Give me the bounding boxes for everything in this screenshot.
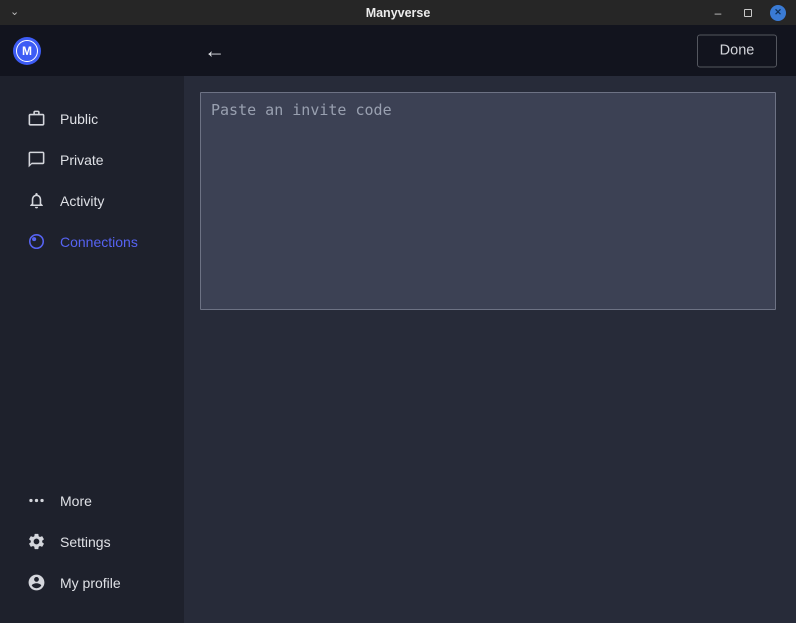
sidebar-item-public[interactable]: Public (0, 98, 184, 139)
back-button[interactable]: ← (204, 40, 225, 61)
sidebar-item-label: Activity (60, 193, 104, 209)
app-header: M ← Done (0, 25, 796, 76)
briefcase-icon (27, 109, 46, 128)
window-controls: – ✕ (710, 5, 786, 21)
titlebar: ⌄ Manyverse – ✕ (0, 0, 796, 25)
window-title: Manyverse (0, 6, 796, 20)
invite-code-input[interactable] (200, 92, 776, 310)
sidebar-item-settings[interactable]: Settings (0, 521, 184, 562)
sidebar-item-label: More (60, 493, 92, 509)
connections-icon (27, 232, 46, 251)
sidebar-item-label: Connections (60, 234, 138, 250)
restore-button[interactable] (740, 5, 756, 21)
close-button[interactable]: ✕ (770, 5, 786, 21)
sidebar-item-more[interactable]: More (0, 480, 184, 521)
sidebar-item-my-profile[interactable]: My profile (0, 562, 184, 603)
minimize-button[interactable]: – (710, 5, 726, 21)
sidebar-item-label: My profile (60, 575, 121, 591)
profile-icon (27, 573, 46, 592)
bell-icon (27, 191, 46, 210)
window-menu-chevron-icon[interactable]: ⌄ (10, 7, 19, 18)
sidebar-spacer (0, 262, 184, 480)
app-body: Public Private Activity Connections (0, 76, 796, 623)
message-bubble-icon (27, 150, 46, 169)
done-button[interactable]: Done (697, 34, 777, 67)
sidebar-item-connections[interactable]: Connections (0, 221, 184, 262)
app-window: ⌄ Manyverse – ✕ M ← Done Public (0, 0, 796, 623)
sidebar-item-activity[interactable]: Activity (0, 180, 184, 221)
sidebar-item-label: Settings (60, 534, 111, 550)
logo-letter: M (16, 40, 38, 62)
sidebar-item-label: Public (60, 111, 98, 127)
sidebar-item-label: Private (60, 152, 104, 168)
dots-horizontal-icon (27, 491, 46, 510)
main-content (184, 76, 796, 623)
sidebar-item-private[interactable]: Private (0, 139, 184, 180)
gear-icon (27, 532, 46, 551)
restore-icon (744, 9, 752, 17)
sidebar: Public Private Activity Connections (0, 76, 184, 623)
manyverse-logo: M (13, 37, 41, 65)
